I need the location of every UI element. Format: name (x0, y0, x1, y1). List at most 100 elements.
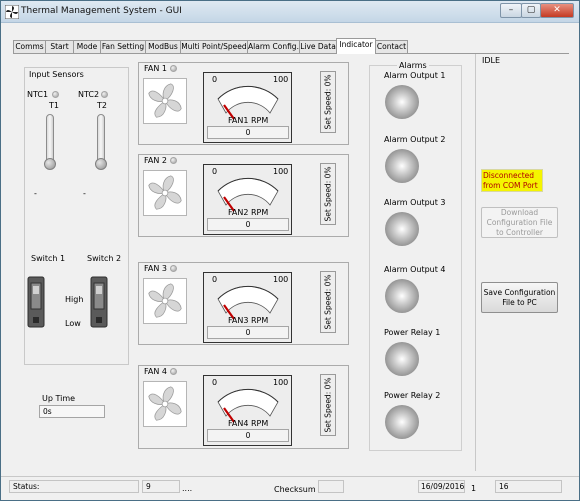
fan-box-1: FAN 1 0 100 FAN1 RPM 0 Set Speed: 0% (138, 62, 349, 145)
set-speed-label: Set Speed: 0% (323, 377, 333, 433)
ntc1-led (52, 91, 59, 98)
alarm-lamp (385, 342, 419, 376)
input-sensors-title: Input Sensors (29, 70, 84, 79)
fan-box-4: FAN 4 0 100 FAN4 RPM 0 Set Speed: 0% (138, 365, 349, 449)
alarm-lamp (385, 405, 419, 439)
status-num1: 1 (471, 484, 477, 493)
tab-live-data[interactable]: Live Data (299, 40, 337, 54)
alarm-label: Power Relay 2 (384, 391, 441, 400)
t2-thermometer-bulb (95, 158, 107, 170)
ntc2-label: NTC2 (78, 90, 100, 99)
window-title: Thermal Management System - GUI (21, 6, 182, 16)
status-bar: Status: 9 .... Checksum 16/09/2016 1 16 (1, 476, 579, 500)
alarm-lamp (385, 85, 419, 119)
checksum-label: Checksum (274, 485, 316, 494)
gauge-max-label: 100 (273, 75, 289, 84)
switch-high-label: High (65, 295, 84, 304)
alarm-label: Power Relay 1 (384, 328, 441, 337)
minimize-button[interactable]: – (500, 3, 522, 18)
t1-thermometer-bulb (44, 158, 56, 170)
fan-box-2: FAN 2 0 100 FAN2 RPM 0 Set Speed: 0% (138, 154, 349, 237)
checksum-field (318, 480, 344, 493)
t2-value: - (83, 189, 86, 198)
rpm-value-field: 0 (207, 218, 289, 231)
fan-title: FAN 2 (144, 156, 167, 165)
t1-value: - (34, 189, 37, 198)
tab-start[interactable]: Start (45, 40, 74, 54)
maximize-button[interactable]: ▢ (521, 3, 541, 18)
tab-alarm-config[interactable]: Alarm Config. (247, 40, 300, 54)
alarm-lamp (385, 212, 419, 246)
rpm-label: FAN1 RPM (228, 116, 269, 125)
rpm-gauge: 0 100 FAN2 RPM 0 (203, 164, 292, 235)
alarms-panel: Alarms Alarm Output 1 Alarm Output 2 Alarm… (369, 61, 462, 451)
fan-icon (143, 78, 187, 124)
fan-title: FAN 4 (144, 367, 167, 376)
title-bar: Thermal Management System - GUI – ▢ ✕ (1, 1, 579, 23)
fan-status-led (170, 157, 177, 164)
tab-indicator[interactable]: Indicator (336, 38, 376, 54)
fan-title: FAN 1 (144, 64, 167, 73)
status-label: Status: (13, 482, 40, 491)
status-dots: .... (182, 484, 193, 493)
switch-low-label: Low (65, 319, 81, 328)
t2-thermometer (97, 114, 105, 162)
gauge-max-label: 100 (273, 275, 289, 284)
rpm-value-field: 0 (207, 326, 289, 339)
rpm-gauge: 0 100 FAN3 RPM 0 (203, 272, 292, 343)
set-speed-label: Set Speed: 0% (323, 166, 333, 222)
tab-multi-point-speed[interactable]: Multi Point/Speed (180, 40, 248, 54)
rpm-label: FAN4 RPM (228, 419, 269, 428)
tab-fan-setting[interactable]: Fan Setting (100, 40, 146, 54)
fan-box-3: FAN 3 0 100 FAN3 RPM 0 Set Speed: 0% (138, 262, 349, 345)
rpm-label: FAN2 RPM (228, 208, 269, 217)
switch2-label: Switch 2 (87, 254, 122, 263)
save-config-button[interactable]: Save Configuration File to PC (481, 282, 558, 313)
status-date: 16/09/2016 (418, 480, 465, 493)
right-panel-divider (475, 54, 476, 471)
gauge-min-label: 0 (212, 275, 218, 284)
gauge-min-label: 0 (212, 75, 218, 84)
tab-contact[interactable]: Contact (375, 40, 408, 54)
fan-title: FAN 3 (144, 264, 167, 273)
alarm-label: Alarm Output 2 (384, 135, 446, 144)
gauge-max-label: 100 (273, 167, 289, 176)
rpm-gauge: 0 100 FAN1 RPM 0 (203, 72, 292, 143)
alarm-label: Alarm Output 3 (384, 198, 446, 207)
switch1-toggle[interactable] (27, 276, 45, 328)
fan-status-led (170, 368, 177, 375)
app-window: Thermal Management System - GUI – ▢ ✕ Co… (0, 0, 580, 501)
fan-status-led (170, 265, 177, 272)
rpm-label: FAN3 RPM (228, 316, 269, 325)
alarms-title: Alarms (397, 61, 429, 70)
tab-comms[interactable]: Comms (13, 40, 46, 54)
input-sensors-panel: Input Sensors NTC1 NTC2 T1 T2 - - Switch… (24, 67, 129, 365)
switch2-toggle[interactable] (90, 276, 108, 328)
ntc2-led (101, 91, 108, 98)
tab-modbus[interactable]: ModBus (145, 40, 181, 54)
set-speed-indicator[interactable]: Set Speed: 0% (320, 271, 336, 333)
uptime-field: 0s (39, 405, 105, 418)
tab-divider (13, 53, 569, 54)
gauge-min-label: 0 (212, 378, 218, 387)
fan-icon (143, 170, 187, 216)
close-button[interactable]: ✕ (540, 3, 574, 18)
rpm-value-field: 0 (207, 429, 289, 442)
uptime-label: Up Time (42, 394, 76, 403)
switch1-label: Switch 1 (31, 254, 66, 263)
state-label: IDLE (482, 56, 501, 65)
alarm-label: Alarm Output 1 (384, 71, 446, 80)
set-speed-indicator[interactable]: Set Speed: 0% (320, 71, 336, 133)
status-count: 9 (142, 480, 180, 493)
gauge-min-label: 0 (212, 167, 218, 176)
set-speed-label: Set Speed: 0% (323, 74, 333, 130)
set-speed-indicator[interactable]: Set Speed: 0% (320, 163, 336, 225)
tab-mode[interactable]: Mode (73, 40, 101, 54)
fan-status-led (170, 65, 177, 72)
download-config-button[interactable]: Download Configuration File to Controlle… (481, 207, 558, 238)
set-speed-indicator[interactable]: Set Speed: 0% (320, 374, 336, 436)
set-speed-label: Set Speed: 0% (323, 274, 333, 330)
fan-app-icon (5, 5, 19, 19)
alarm-lamp (385, 149, 419, 183)
status-num2: 16 (495, 480, 562, 493)
